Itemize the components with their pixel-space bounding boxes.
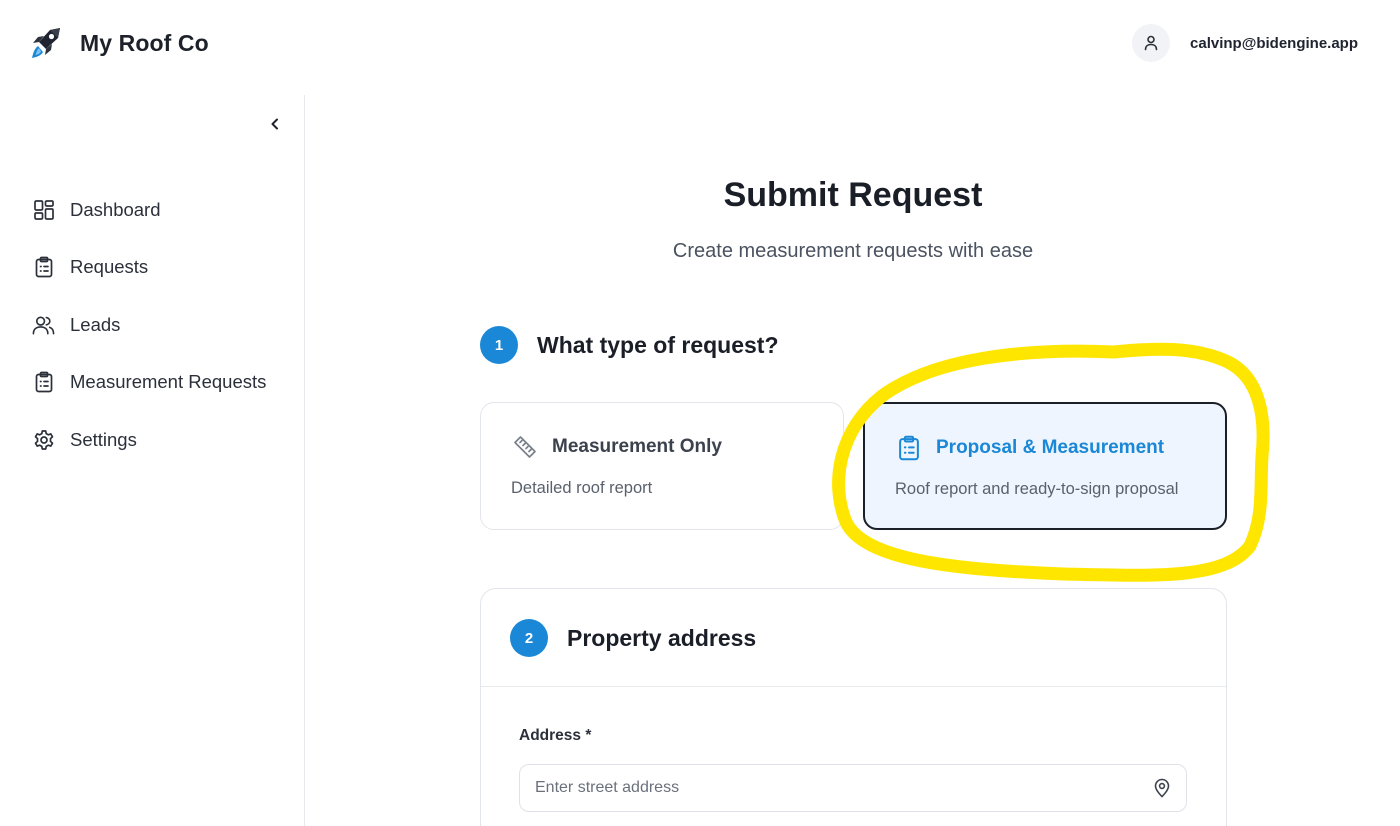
option-description: Roof report and ready-to-sign proposal [895, 480, 1179, 498]
main-content: Submit Request Create measurement reques… [306, 88, 1400, 826]
ruler-icon [511, 433, 538, 460]
user-menu[interactable]: calvinp@bidengine.app [1132, 24, 1358, 62]
sidebar-item-measurement-requests[interactable]: Measurement Requests [32, 354, 266, 412]
step-number-badge: 1 [480, 326, 518, 364]
sidebar-item-label: Measurement Requests [70, 371, 267, 393]
chevron-left-icon[interactable] [264, 113, 286, 135]
users-icon [32, 313, 55, 336]
clipboard-list-icon [32, 256, 55, 279]
sidebar: Dashboard Requests Leads Measurement Req… [0, 95, 305, 826]
top-header: My Roof Co calvinp@bidengine.app [0, 0, 1400, 88]
sidebar-item-label: Settings [70, 428, 137, 450]
panel-header: 2 Property address [481, 589, 1226, 687]
sidebar-nav: Dashboard Requests Leads Measurement Req… [32, 181, 266, 469]
sidebar-item-settings[interactable]: Settings [32, 411, 266, 469]
map-pin-icon[interactable] [1152, 777, 1172, 799]
user-email[interactable]: calvinp@bidengine.app [1190, 35, 1358, 52]
address-input[interactable] [535, 765, 1135, 810]
sidebar-item-requests[interactable]: Requests [32, 239, 266, 297]
step-title: Property address [567, 624, 757, 651]
clipboard-list-icon [32, 371, 55, 394]
option-measurement-only[interactable]: Measurement Only Detailed roof report [480, 402, 844, 530]
address-label: Address * [519, 727, 592, 744]
sidebar-item-label: Leads [70, 313, 121, 335]
page-title: Submit Request [723, 176, 983, 214]
option-title: Proposal & Measurement [936, 436, 1165, 458]
step-property-address-header: 2 Property address [510, 619, 756, 657]
sidebar-item-label: Dashboard [70, 198, 161, 220]
gear-icon [32, 428, 55, 451]
page-subtitle: Create measurement requests with ease [672, 240, 1034, 262]
option-header: Measurement Only [511, 433, 722, 460]
sidebar-item-leads[interactable]: Leads [32, 296, 266, 354]
step-request-type-header: 1 What type of request? [480, 326, 779, 364]
brand-name: My Roof Co [80, 29, 209, 56]
user-icon[interactable] [1132, 24, 1171, 62]
option-description: Detailed roof report [511, 479, 653, 497]
sidebar-item-dashboard[interactable]: Dashboard [32, 181, 266, 239]
dashboard-icon [32, 198, 55, 221]
option-header: Proposal & Measurement [895, 434, 1164, 461]
rocket-icon [30, 24, 64, 62]
option-proposal-and-measurement[interactable]: Proposal & Measurement Roof report and r… [863, 402, 1227, 530]
sidebar-item-label: Requests [70, 256, 149, 278]
property-address-panel: 2 Property address Address * [480, 588, 1227, 826]
address-field-wrapper [519, 764, 1187, 812]
brand[interactable]: My Roof Co [30, 24, 209, 62]
option-title: Measurement Only [552, 435, 722, 457]
step-number-badge: 2 [510, 619, 548, 657]
clipboard-list-icon [895, 434, 922, 461]
step-title: What type of request? [537, 331, 779, 358]
